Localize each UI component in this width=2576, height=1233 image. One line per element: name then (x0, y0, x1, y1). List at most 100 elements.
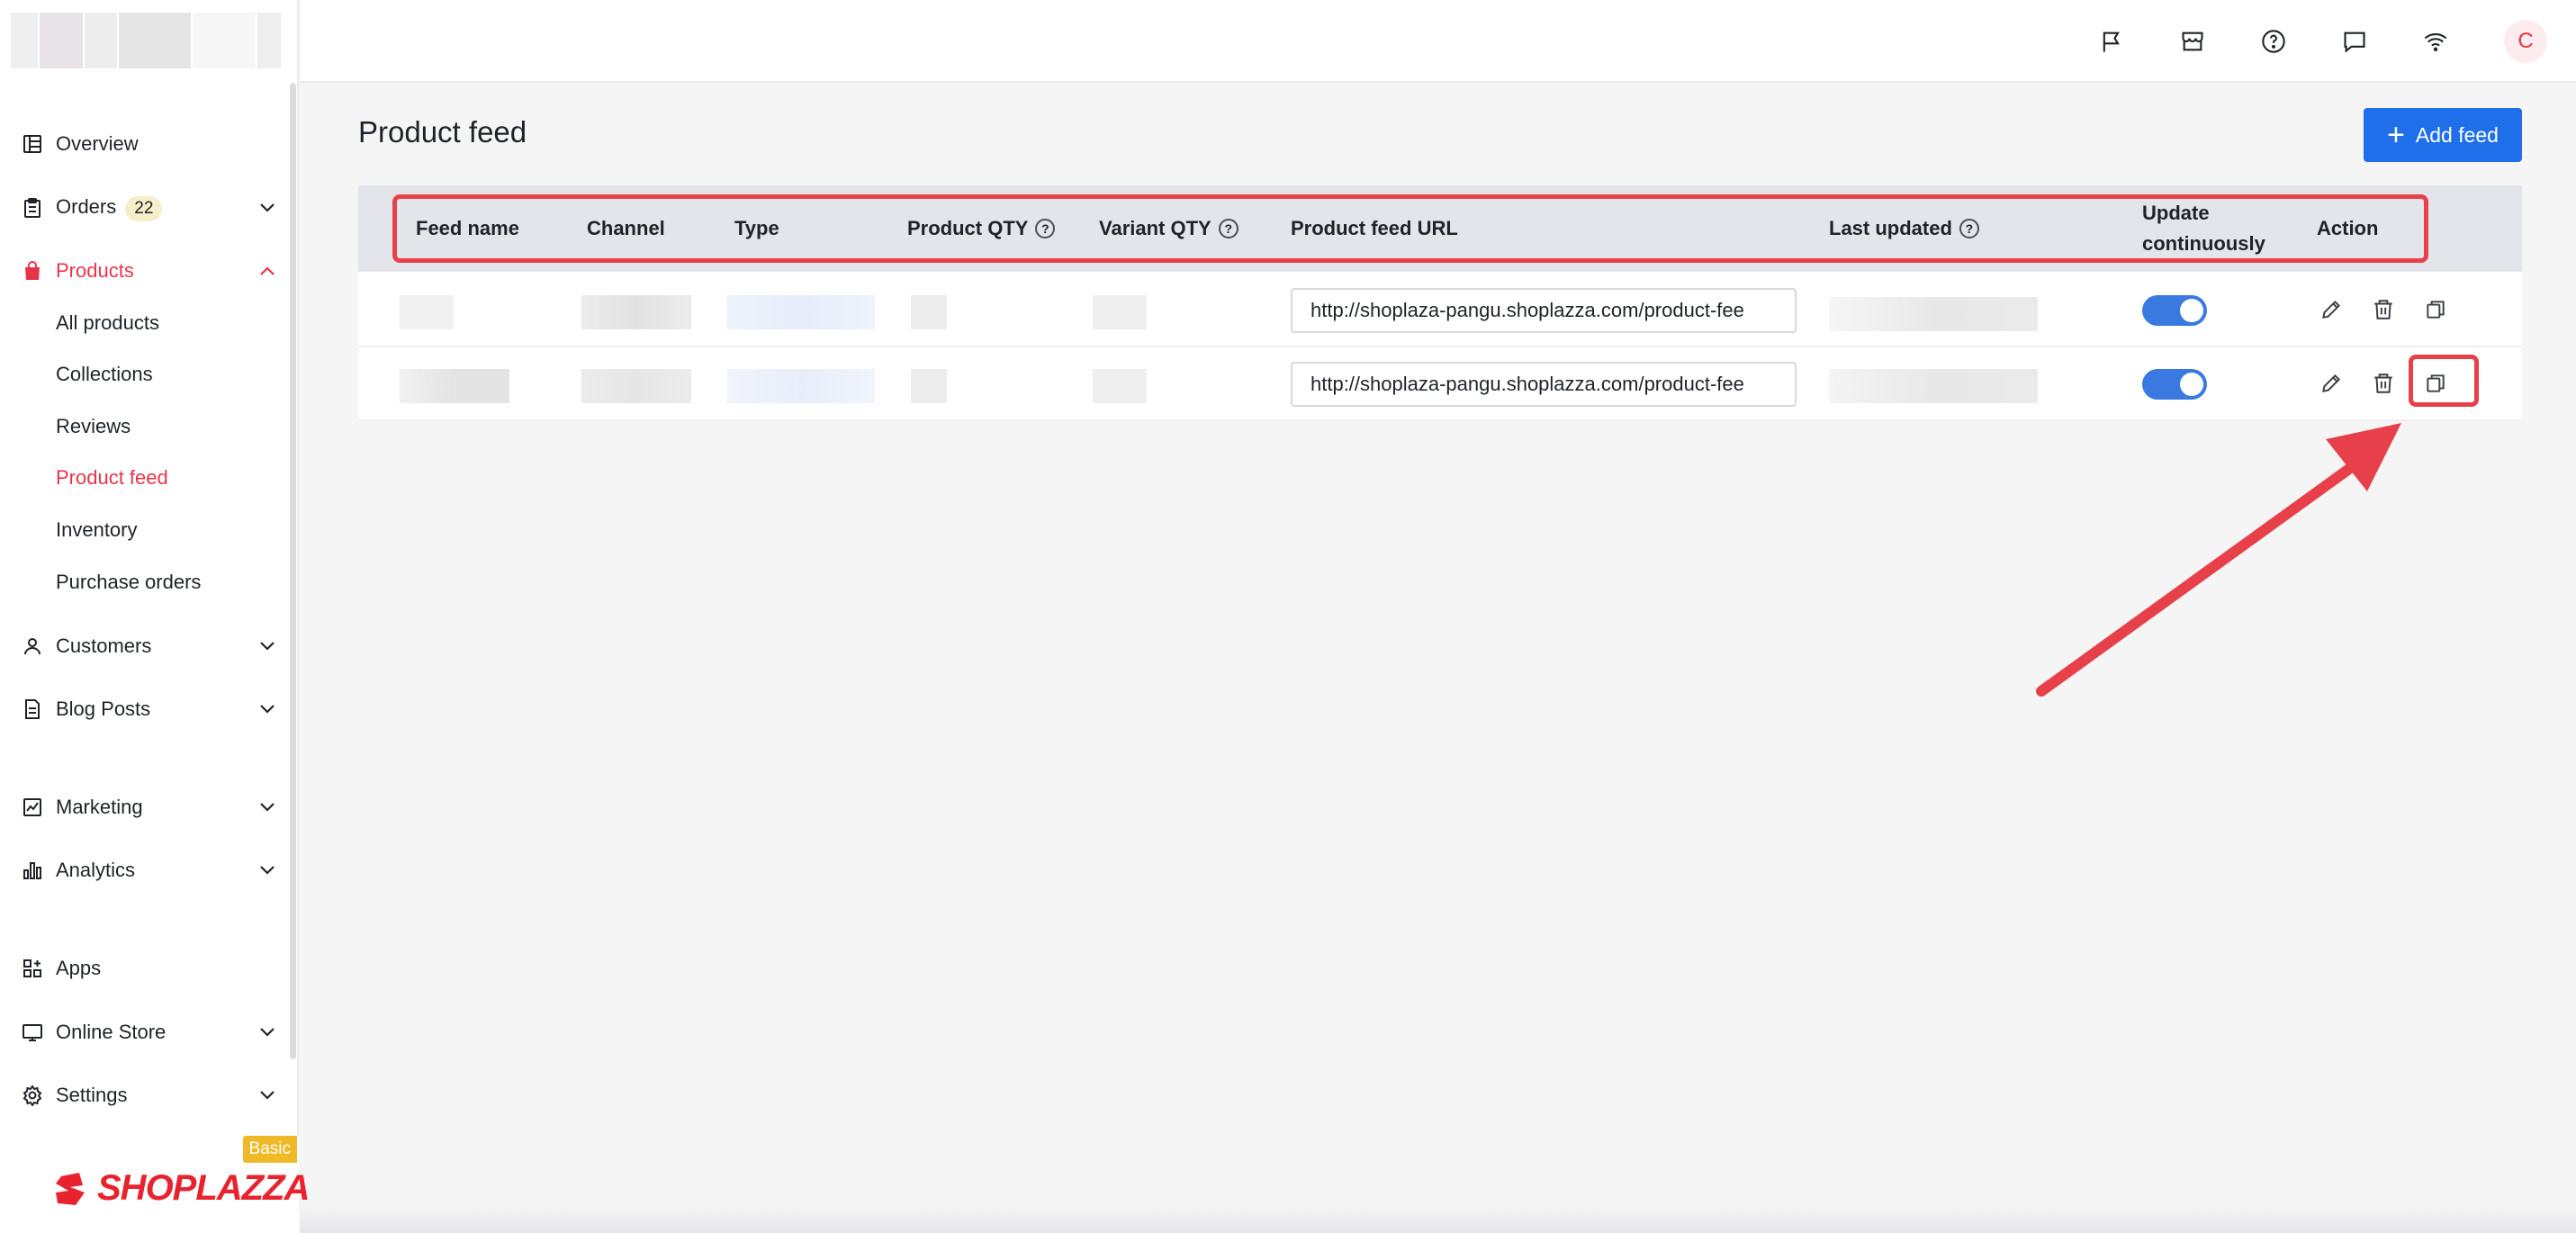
last-updated-redacted (1829, 297, 2038, 331)
sidebar-item-apps[interactable]: Apps (20, 945, 281, 992)
wifi-icon[interactable] (2418, 23, 2454, 59)
sidebar: Overview Orders 22 Products All products … (0, 0, 310, 1233)
copy-icon[interactable] (2419, 367, 2452, 400)
settings-icon (20, 1083, 45, 1108)
chevron-up-icon (257, 261, 277, 281)
chevron-down-icon (257, 860, 277, 880)
feed-name-redacted (400, 295, 454, 329)
product-feed-url-field[interactable]: http://shoplaza-pangu.shoplazza.com/prod… (1291, 362, 1797, 407)
delete-trash-icon[interactable] (2367, 293, 2400, 326)
top-bar: C (301, 0, 2576, 83)
variant-qty-redacted (1093, 369, 1147, 403)
feed-name-redacted (400, 369, 509, 403)
edit-pencil-icon[interactable] (2315, 293, 2347, 326)
bottom-edge (301, 1206, 2576, 1233)
avatar[interactable]: C (2504, 20, 2547, 63)
sidebar-item-products[interactable]: Products (20, 248, 281, 294)
product-feed-table: Feed name Channel Type Product QTY? Vari… (358, 185, 2522, 421)
help-circle-icon[interactable]: ? (1959, 219, 1979, 238)
sidebar-item-label: Customers (56, 634, 152, 657)
sidebar-item-label: Apps (56, 957, 102, 979)
sidebar-item-settings[interactable]: Settings (20, 1072, 281, 1119)
chevron-down-icon (257, 1022, 277, 1042)
sidebar-item-label: Settings (56, 1084, 128, 1106)
help-circle-icon[interactable]: ? (1035, 219, 1056, 238)
column-header-feed-name: Feed name (416, 217, 519, 239)
sidebar-subitem-reviews[interactable]: Reviews (56, 406, 131, 447)
store-logo[interactable] (11, 13, 281, 68)
table-header: Feed name Channel Type Product QTY? Vari… (358, 185, 2522, 272)
sidebar-item-analytics[interactable]: Analytics (20, 847, 281, 894)
add-feed-button[interactable]: + Add feed (2364, 108, 2522, 162)
copy-icon[interactable] (2419, 293, 2452, 326)
update-continuously-toggle[interactable] (2142, 295, 2207, 326)
product-qty-redacted (911, 295, 947, 329)
online-store-icon (20, 1020, 45, 1045)
apps-icon (20, 956, 45, 981)
customers-icon (20, 634, 45, 659)
page-title: Product feed (358, 115, 527, 148)
type-redacted (727, 295, 875, 329)
channel-redacted (581, 369, 691, 403)
channel-redacted (581, 295, 691, 329)
edit-pencil-icon[interactable] (2315, 367, 2347, 400)
sidebar-item-blog-posts[interactable]: Blog Posts (20, 686, 281, 733)
sidebar-item-overview[interactable]: Overview (20, 121, 281, 167)
chevron-down-icon (257, 699, 277, 719)
column-header-action: Action (2317, 217, 2379, 239)
product-qty-redacted (911, 369, 947, 403)
sidebar-subitem-all-products[interactable]: All products (56, 302, 159, 344)
overview-icon (20, 131, 45, 157)
sidebar-subitem-purchase-orders[interactable]: Purchase orders (56, 562, 201, 603)
sidebar-item-marketing[interactable]: Marketing (20, 784, 281, 831)
column-header-channel: Channel (587, 217, 665, 239)
marketing-icon (20, 795, 45, 820)
blog-posts-icon (20, 697, 45, 722)
plus-icon: + (2387, 118, 2405, 152)
help-circle-icon[interactable]: ? (1218, 219, 1238, 238)
variant-qty-redacted (1093, 295, 1147, 329)
product-feed-url-field[interactable]: http://shoplaza-pangu.shoplazza.com/prod… (1291, 288, 1797, 333)
sidebar-item-label: Orders 22 (56, 195, 257, 221)
chat-icon[interactable] (2337, 23, 2373, 59)
store-icon[interactable] (2175, 23, 2211, 59)
orders-count-badge: 22 (125, 195, 163, 221)
shoplazza-mark-icon (56, 1172, 85, 1205)
sidebar-subitem-inventory[interactable]: Inventory (56, 509, 138, 551)
orders-icon (20, 195, 45, 220)
chevron-down-icon (257, 198, 277, 218)
update-continuously-toggle[interactable] (2142, 369, 2207, 400)
brand-wordmark: SHOPLAZZA (97, 1168, 310, 1208)
table-row: http://shoplaza-pangu.shoplazza.com/prod… (358, 347, 2522, 421)
analytics-icon (20, 858, 45, 883)
flag-icon[interactable] (2094, 23, 2130, 59)
sidebar-item-label: Products (56, 259, 134, 282)
sidebar-item-label: Online Store (56, 1021, 167, 1043)
sidebar-scrollbar[interactable] (290, 83, 296, 1059)
last-updated-redacted (1829, 369, 2038, 403)
sidebar-item-customers[interactable]: Customers (20, 623, 281, 670)
help-icon[interactable] (2256, 23, 2292, 59)
column-header-product-feed-url: Product feed URL (1291, 217, 1458, 239)
chevron-down-icon (257, 797, 277, 817)
sidebar-subitem-collections[interactable]: Collections (56, 354, 153, 395)
sidebar-item-label: Overview (56, 132, 139, 155)
sidebar-item-label: Marketing (56, 796, 143, 818)
delete-trash-icon[interactable] (2367, 367, 2400, 400)
table-row: http://shoplaza-pangu.shoplazza.com/prod… (358, 274, 2522, 347)
sidebar-item-orders[interactable]: Orders 22 (20, 184, 281, 231)
sidebar-subitem-product-feed[interactable]: Product feed (56, 457, 168, 499)
column-header-last-updated: Last updated? (1829, 213, 1979, 244)
column-header-variant-qty: Variant QTY? (1099, 213, 1238, 244)
sidebar-item-label: Blog Posts (56, 698, 151, 720)
chevron-down-icon (257, 636, 277, 656)
plan-badge: Basic (242, 1136, 297, 1163)
type-redacted (727, 369, 875, 403)
column-header-update-continuously: Update continuously (2142, 202, 2265, 255)
brand-footer: Basic SHOPLAZZA (0, 1136, 310, 1233)
products-bag-icon (20, 258, 45, 284)
column-header-type: Type (734, 217, 779, 239)
sidebar-item-label: Analytics (56, 859, 136, 881)
sidebar-item-online-store[interactable]: Online Store (20, 1009, 281, 1056)
shoplazza-logo: SHOPLAZZA (52, 1168, 310, 1209)
